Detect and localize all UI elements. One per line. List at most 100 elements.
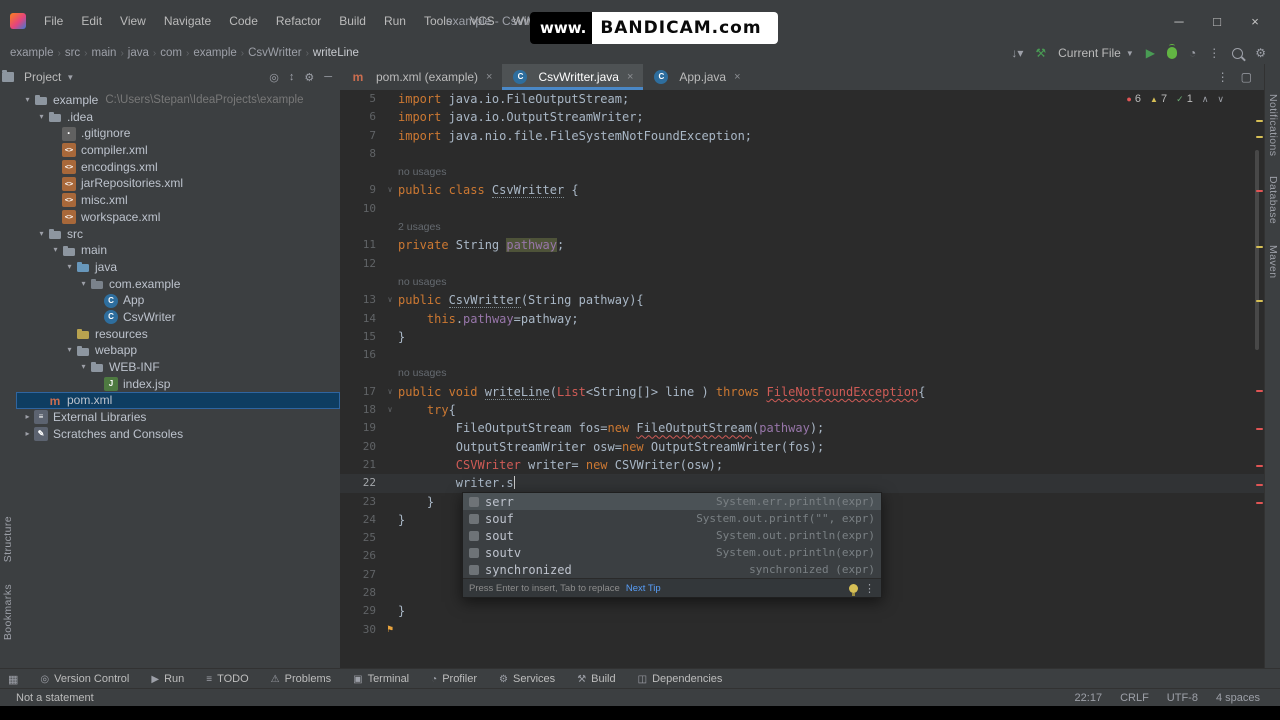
completion-item-serr[interactable]: serr System.err.println(expr) [463, 493, 881, 510]
completion-next-tip-link[interactable]: Next Tip [626, 583, 661, 594]
lightbulb-icon[interactable] [849, 583, 858, 596]
line-number[interactable]: 20 [340, 438, 382, 456]
line-number[interactable]: 18 [340, 401, 382, 419]
locate-file-icon[interactable]: ◎ [269, 71, 279, 84]
completion-item-souf[interactable]: souf System.out.printf("", expr) [463, 510, 881, 527]
tool-window-button-todo[interactable]: ≡ TODO [206, 673, 248, 685]
line-separator-widget[interactable]: CRLF [1120, 692, 1149, 704]
line-number[interactable]: 27 [340, 566, 382, 584]
tree-item-resources[interactable]: resources [16, 326, 340, 343]
fold-arrow-icon[interactable]: ∨ [382, 383, 398, 401]
completion-item-soutv[interactable]: soutv System.out.println(expr) [463, 544, 881, 561]
bookmark-icon[interactable]: ⚑ [382, 621, 398, 639]
split-editor-icon[interactable]: ▢ [1241, 70, 1252, 84]
code-line[interactable]: 21 CSVWriter writer= new CSVWriter(osw); [340, 456, 1264, 474]
breadcrumb-item-java[interactable]: java [128, 47, 149, 59]
tree-item-workspace-xml[interactable]: workspace.xml [16, 209, 340, 226]
line-number[interactable]: 14 [340, 310, 382, 328]
build-hammer-icon[interactable]: ⚒ [1035, 46, 1046, 60]
breadcrumb-item-csvwritter[interactable]: CsvWritter [248, 47, 301, 59]
breadcrumb-item-writeline[interactable]: writeLine [313, 47, 359, 59]
minimize-button[interactable]: ─ [1162, 7, 1196, 35]
tree-item-src[interactable]: ▾ src [16, 226, 340, 243]
project-panel-title[interactable]: Project [24, 70, 61, 84]
popup-menu-icon[interactable]: ⋮ [864, 582, 875, 595]
encoding-widget[interactable]: UTF-8 [1167, 692, 1198, 704]
code-line[interactable]: 19 FileOutputStream fos=new FileOutputSt… [340, 419, 1264, 437]
close-tab-icon[interactable]: × [627, 71, 633, 83]
caret-position-widget[interactable]: 22:17 [1075, 692, 1103, 704]
completion-item-sout[interactable]: sout System.out.println(expr) [463, 527, 881, 544]
tool-window-button-problems[interactable]: ⚠ Problems [271, 673, 331, 685]
tab-list-icon[interactable]: ⋮ [1217, 70, 1229, 84]
line-number[interactable]: 23 [340, 493, 382, 511]
line-number[interactable]: 11 [340, 236, 382, 254]
code-line[interactable]: 8 [340, 145, 1264, 163]
maximize-button[interactable]: □ [1200, 7, 1234, 35]
line-number[interactable]: 25 [340, 529, 382, 547]
line-number[interactable]: 8 [340, 145, 382, 163]
completion-item-synchronized[interactable]: synchronized synchronized (expr) [463, 561, 881, 578]
chevron-right-icon[interactable]: ▸ [22, 409, 33, 426]
tree-item-webapp[interactable]: ▾ webapp [16, 342, 340, 359]
tool-stripe-notifications[interactable]: Notifications [1267, 94, 1279, 156]
line-number[interactable]: 22 [340, 474, 382, 492]
line-number[interactable]: 21 [340, 456, 382, 474]
tree-item-external-libraries[interactable]: ▸ External Libraries [16, 409, 340, 426]
code-line[interactable]: 12 [340, 255, 1264, 273]
tool-window-button-profiler[interactable]: ◔ Profiler [431, 673, 477, 685]
menu-edit[interactable]: Edit [73, 11, 110, 31]
tree-item-compiler-xml[interactable]: compiler.xml [16, 142, 340, 159]
breadcrumb-item-example[interactable]: example [10, 47, 53, 59]
line-number[interactable]: 29 [340, 602, 382, 620]
chevron-down-icon[interactable]: ▾ [78, 359, 89, 376]
chevron-down-icon[interactable]: ▾ [36, 226, 47, 243]
code-line[interactable]: 15} [340, 328, 1264, 346]
fold-arrow-icon[interactable]: ∨ [382, 291, 398, 309]
code-line[interactable]: 10 [340, 200, 1264, 218]
line-number[interactable]: 6 [340, 108, 382, 126]
chevron-down-icon[interactable]: ▾ [36, 109, 47, 126]
more-actions-icon[interactable]: ⋮ [1208, 46, 1220, 60]
indent-widget[interactable]: 4 spaces [1216, 692, 1260, 704]
tool-stripe-bookmarks[interactable]: Bookmarks [2, 584, 14, 640]
run-button[interactable]: ▶ [1146, 46, 1155, 60]
editor-tab-csvwritter-java[interactable]: CsvWritter.java × [502, 64, 644, 90]
fold-arrow-icon[interactable]: ∨ [382, 181, 398, 199]
tool-stripe-structure[interactable]: Structure [2, 516, 14, 562]
line-number[interactable]: 15 [340, 328, 382, 346]
project-tool-icon[interactable] [2, 70, 14, 82]
line-number[interactable]: 9 [340, 181, 382, 199]
line-number[interactable]: 16 [340, 346, 382, 364]
code-line[interactable]: 22 writer.s [340, 474, 1264, 493]
tree-item-example[interactable]: ▾ example C:\Users\Stepan\IdeaProjects\exa… [16, 92, 340, 109]
chevron-down-icon[interactable]: ▾ [50, 242, 61, 259]
inspections-widget[interactable]: ● 6 ▲ 7 ✓ 1 ∧ ∨ [1126, 93, 1224, 105]
menu-file[interactable]: File [36, 11, 71, 31]
menu-code[interactable]: Code [221, 11, 266, 31]
code-line[interactable]: 16 [340, 346, 1264, 364]
line-number[interactable]: 26 [340, 547, 382, 565]
editor-tab-pom-xml-example[interactable]: pom.xml (example) × [340, 64, 502, 90]
chevron-right-icon[interactable]: ▸ [22, 426, 33, 443]
close-tab-icon[interactable]: × [486, 71, 492, 83]
code-line[interactable]: 6 import java.io.OutputStreamWriter; [340, 108, 1264, 126]
tool-window-switcher-icon[interactable]: ▦ [8, 673, 18, 686]
fold-arrow-icon[interactable]: ∨ [382, 401, 398, 419]
tree-item-web-inf[interactable]: ▾ WEB-INF [16, 359, 340, 376]
vcs-update-icon[interactable]: ↓▾ [1011, 46, 1023, 60]
tree-item-csvwriter[interactable]: CsvWriter [16, 309, 340, 326]
search-everywhere-icon[interactable] [1232, 47, 1244, 59]
line-number[interactable]: 13 [340, 291, 382, 309]
editor-scrollbar[interactable] [1255, 150, 1259, 350]
line-number[interactable]: 19 [340, 419, 382, 437]
chevron-down-icon[interactable]: ▾ [22, 92, 33, 109]
next-problem-icon[interactable]: ∨ [1217, 94, 1224, 105]
tool-window-button-version-control[interactable]: ◎ Version Control [40, 673, 129, 685]
run-configuration-select[interactable]: Current File ▼ [1058, 46, 1134, 60]
code-line[interactable]: 17 ∨ public void writeLine(List<String[]> … [340, 383, 1264, 401]
menu-build[interactable]: Build [331, 11, 374, 31]
tree-item-idea[interactable]: ▾ .idea [16, 109, 340, 126]
breadcrumb-item-src[interactable]: src [65, 47, 80, 59]
code-line[interactable]: 14 this.pathway=pathway; [340, 310, 1264, 328]
